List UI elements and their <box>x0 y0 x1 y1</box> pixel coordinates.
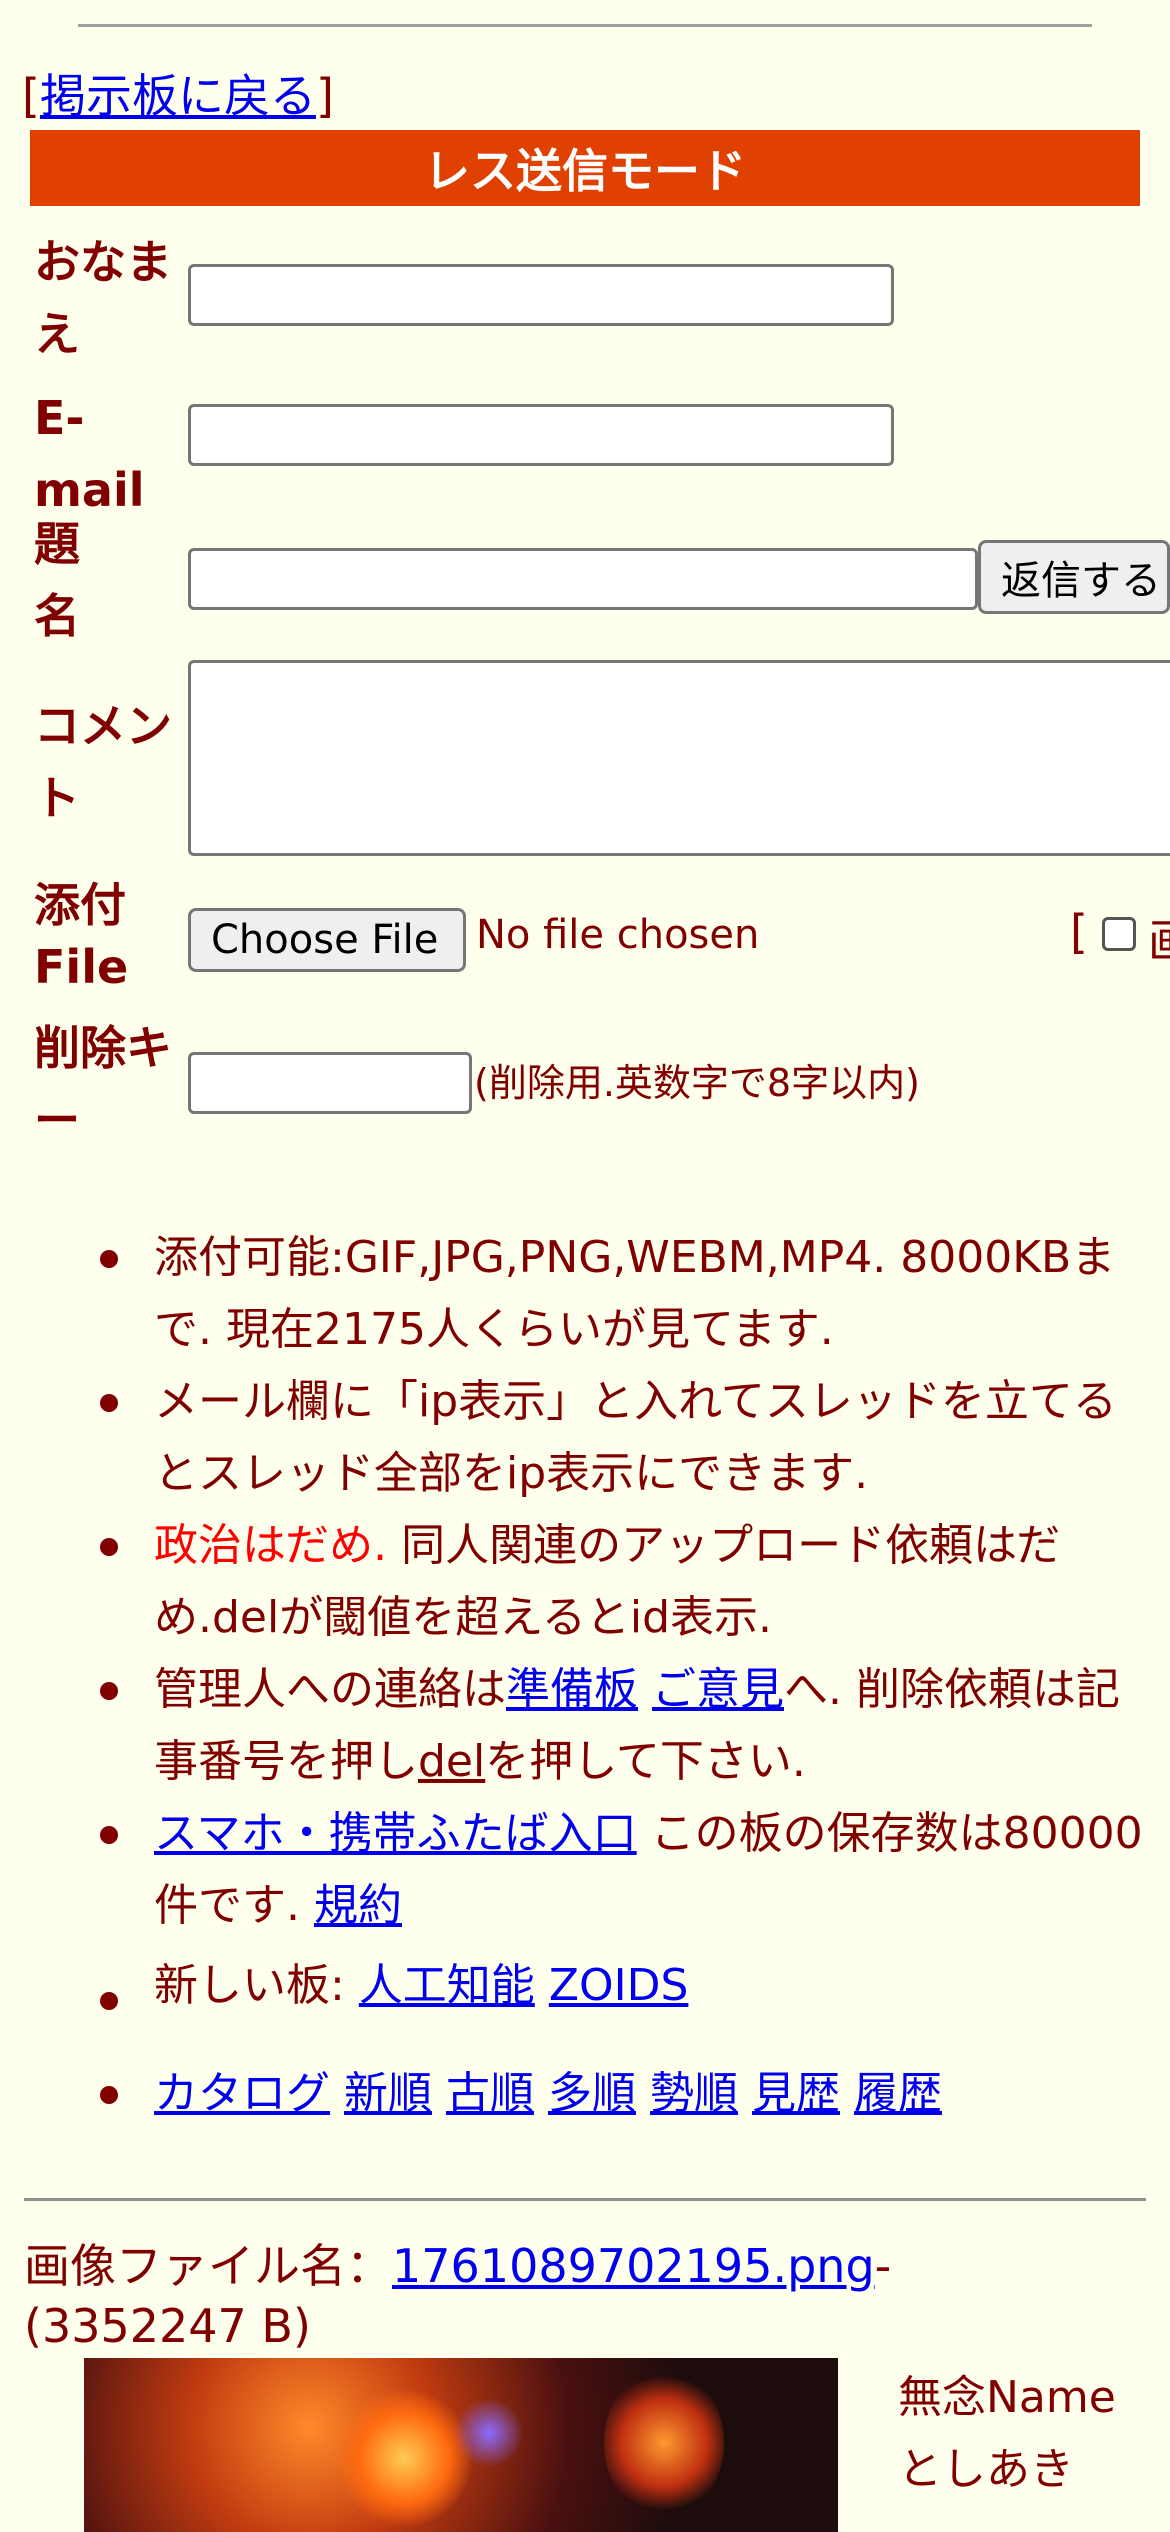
rule-contact: 管理人への連絡は準備板 ご意見へ. 削除依頼は記事番号を押しdelを押して下さい… <box>100 1654 1154 1798</box>
view-history-link[interactable]: 見歴 <box>752 2068 840 2119</box>
back-nav: [掲示板に戻る] <box>22 60 334 126</box>
submit-reply-button[interactable]: 返信する <box>978 540 1170 614</box>
file-option-bracket: [ <box>1070 905 1088 959</box>
delete-key-field[interactable] <box>188 1052 472 1114</box>
ai-board-link[interactable]: 人工知能 <box>359 1960 535 2011</box>
sort-many-link[interactable]: 多順 <box>548 2068 636 2119</box>
choose-file-button[interactable]: Choose File <box>188 908 466 972</box>
del-link[interactable]: del <box>418 1736 485 1787</box>
reply-mode-banner: レス送信モード <box>30 130 1140 206</box>
catalog-link[interactable]: カタログ <box>154 2068 330 2119</box>
back-bracket-close: ] <box>315 69 334 123</box>
name-label: おなまえ <box>34 235 172 361</box>
rule-mobile: スマホ・携帯ふたば入口 この板の保存数は80000件です. 規約 <box>100 1798 1154 1942</box>
back-to-board-link[interactable]: 掲示板に戻る <box>40 69 316 123</box>
post-history-link[interactable]: 履歴 <box>854 2068 942 2119</box>
image-file-link[interactable]: 1761089702195.png <box>392 2239 875 2293</box>
delete-key-hint: (削除用.英数字で8字以内) <box>474 1061 920 1105</box>
image-file-label: 画像ファイル名： <box>24 2239 392 2293</box>
prep-board-link[interactable]: 準備板 <box>506 1664 638 1715</box>
post-image-thumbnail[interactable] <box>84 2358 838 2532</box>
image-option-checkbox[interactable] <box>1102 917 1136 951</box>
no-file-status: No file chosen <box>476 912 760 958</box>
terms-link[interactable]: 規約 <box>314 1880 402 1931</box>
sort-momentum-link[interactable]: 勢順 <box>650 2068 738 2119</box>
politics-warning: 政治はだめ. <box>154 1520 388 1571</box>
mobile-entrance-link[interactable]: スマホ・携帯ふたば入口 <box>154 1808 637 1859</box>
subject-field[interactable] <box>188 548 978 610</box>
poster-name: 無念Name としあき <box>898 2362 1116 2506</box>
subject-label: 題名 <box>34 517 80 643</box>
rule-attachments: 添付可能:GIF,JPG,PNG,WEBM,MP4. 8000KBまで. 現在2… <box>100 1222 1154 1366</box>
image-option-label: 画 <box>1148 905 1170 971</box>
rule-new-boards: 新しい板: 人工知能 ZOIDS <box>100 1950 1154 2022</box>
comment-field[interactable] <box>188 660 1170 856</box>
back-bracket-open: [ <box>22 69 40 123</box>
comment-label: コメント <box>34 699 172 825</box>
poster-name-value: としあき <box>898 2444 1074 2495</box>
feedback-link[interactable]: ご意見 <box>652 1664 784 1715</box>
delete-key-label: 削除キー <box>34 1021 172 1147</box>
email-label: E-mail <box>34 391 145 517</box>
image-file-info: 画像ファイル名：1761089702195.png- (3352247 B) <box>24 2239 892 2353</box>
email-field[interactable] <box>188 404 894 466</box>
rule-ip-display: メール欄に「ip表示」と入れてスレッドを立てるとスレッド全部をip表示にできます… <box>100 1366 1154 1510</box>
poster-name-label: 無念Name <box>898 2372 1116 2423</box>
rule-politics: 政治はだめ. 同人関連のアップロード依頼はだめ.delが閾値を超えるとid表示. <box>100 1510 1154 1654</box>
rule-sort-links: カタログ 新順 古順 多順 勢順 見歴 履歴 <box>100 2058 1154 2130</box>
bottom-divider <box>24 2198 1146 2201</box>
sort-new-link[interactable]: 新順 <box>344 2068 432 2119</box>
image-file-size: (3352247 B) <box>24 2299 311 2353</box>
top-divider <box>78 24 1092 27</box>
zoids-board-link[interactable]: ZOIDS <box>549 1960 689 2011</box>
file-label: 添付File <box>34 878 129 994</box>
name-field[interactable] <box>188 264 894 326</box>
sort-old-link[interactable]: 古順 <box>446 2068 534 2119</box>
